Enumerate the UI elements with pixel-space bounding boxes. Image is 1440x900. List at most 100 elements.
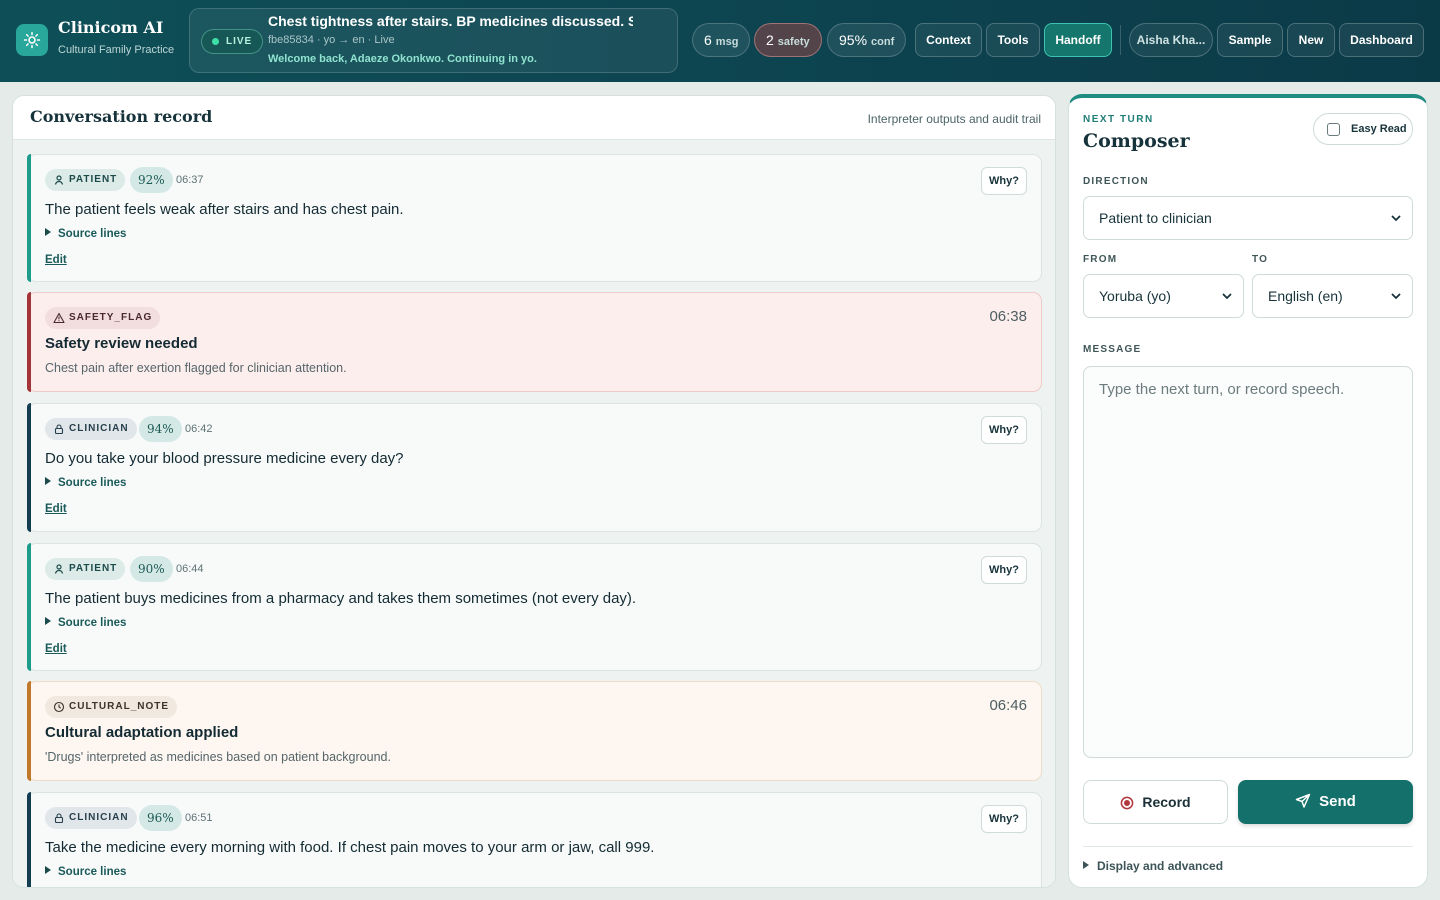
safety-flag-card: SAFETY_FLAG 06:38 Safety review needed C… — [27, 292, 1042, 392]
message-card-patient: PATIENT 90% 06:44 Why? The patient buys … — [27, 543, 1042, 671]
conversation-list[interactable]: PATIENT 92% 06:37 Why? The patient feels… — [13, 140, 1055, 887]
message-time: 06:42 — [185, 423, 213, 435]
message-input[interactable]: Type the next turn, or record speech. — [1083, 366, 1413, 758]
edit-link[interactable]: Edit — [45, 643, 67, 655]
direction-label: DIRECTION — [1083, 176, 1149, 187]
header-divider — [1120, 25, 1121, 55]
stat-value: 6 — [704, 32, 712, 48]
dashboard-button[interactable]: Dashboard — [1339, 23, 1424, 57]
message-placeholder: Type the next turn, or record speech. — [1099, 381, 1345, 398]
app-name: Clinicom AI — [58, 18, 164, 37]
caret-right-icon — [45, 617, 51, 625]
role-label: SAFETY_FLAG — [69, 312, 153, 323]
note-title: Cultural adaptation applied — [45, 724, 239, 741]
source-lines-toggle[interactable]: Source lines — [45, 866, 126, 878]
send-button[interactable]: Send — [1238, 780, 1413, 824]
new-button[interactable]: New — [1287, 23, 1335, 57]
record-label: Record — [1142, 794, 1191, 810]
easy-read-label: Easy Read — [1351, 123, 1407, 135]
edit-link[interactable]: Edit — [45, 254, 67, 266]
chevron-down-icon — [1391, 293, 1401, 299]
role-label: PATIENT — [69, 174, 118, 185]
message-card-patient: PATIENT 92% 06:37 Why? The patient feels… — [27, 154, 1042, 282]
source-lines-label: Source lines — [58, 617, 127, 629]
message-text: The patient buys medicines from a pharma… — [45, 590, 637, 607]
live-status-badge: LIVE — [201, 29, 264, 54]
confidence-badge: 90% — [130, 556, 173, 582]
confidence-badge: 96% — [139, 805, 182, 831]
to-language-select[interactable]: English (en) — [1252, 274, 1413, 318]
edit-link[interactable]: Edit — [45, 503, 67, 515]
message-time: 06:44 — [176, 563, 204, 575]
why-button[interactable]: Why? — [981, 416, 1027, 444]
lock-icon — [54, 424, 64, 435]
user-menu-button[interactable]: Aisha Kha... — [1129, 23, 1213, 57]
to-label: TO — [1252, 254, 1269, 265]
message-card-clinician: CLINICIAN 96% 06:51 Why? Take the medici… — [27, 792, 1042, 887]
message-time: 06:51 — [185, 812, 213, 824]
confidence-badge: 92% — [130, 167, 173, 193]
message-card-clinician: CLINICIAN 94% 06:42 Why? Do you take you… — [27, 403, 1042, 532]
from-label: FROM — [1083, 254, 1118, 265]
record-button[interactable]: Record — [1083, 780, 1228, 824]
send-icon — [1295, 793, 1311, 808]
source-lines-label: Source lines — [58, 228, 127, 240]
role-label: CLINICIAN — [69, 812, 129, 823]
live-status-label: LIVE — [226, 36, 253, 47]
stat-unit: msg — [715, 36, 739, 48]
session-welcome: Welcome back, Adaeze Okonkwo. Continuing… — [268, 53, 537, 65]
why-button[interactable]: Why? — [981, 805, 1027, 833]
person-icon — [54, 564, 64, 574]
sun-icon — [23, 31, 41, 49]
conversation-title: Conversation record — [30, 107, 213, 126]
source-lines-toggle[interactable]: Source lines — [45, 228, 126, 240]
context-button[interactable]: Context — [915, 23, 982, 57]
role-label: CLINICIAN — [69, 423, 129, 434]
cultural-note-card: CULTURAL_NOTE 06:46 Cultural adaptation … — [27, 681, 1042, 781]
role-badge: CLINICIAN — [45, 807, 137, 829]
tools-button[interactable]: Tools — [986, 23, 1040, 57]
message-text: Take the medicine every morning with foo… — [45, 839, 655, 856]
stat-unit: safety — [777, 36, 810, 48]
chevron-down-icon — [1222, 293, 1232, 299]
stat-confidence: 95% conf — [827, 23, 907, 57]
session-title: Chest tightness after stairs. BP medicin… — [268, 13, 633, 29]
session-meta: fbe85834 · yo → en · Live — [268, 34, 395, 46]
caret-right-icon — [45, 228, 51, 236]
confidence-badge: 94% — [139, 416, 182, 442]
stat-messages: 6 msg — [692, 23, 751, 57]
role-badge: CULTURAL_NOTE — [45, 696, 178, 718]
sample-button[interactable]: Sample — [1217, 23, 1283, 57]
conversation-header: Conversation record Interpreter outputs … — [13, 96, 1055, 140]
role-label: PATIENT — [69, 563, 118, 574]
why-button[interactable]: Why? — [981, 556, 1027, 584]
caret-right-icon — [45, 477, 51, 485]
warning-icon — [53, 312, 65, 324]
top-bar: Clinicom AI Cultural Family Practice LIV… — [0, 0, 1440, 82]
record-icon — [1121, 796, 1134, 810]
composer-eyebrow: NEXT TURN — [1083, 114, 1154, 125]
role-badge: SAFETY_FLAG — [45, 307, 161, 329]
easy-read-checkbox[interactable] — [1327, 123, 1340, 136]
source-lines-toggle[interactable]: Source lines — [45, 477, 126, 489]
source-lines-toggle[interactable]: Source lines — [45, 617, 126, 629]
easy-read-toggle[interactable]: Easy Read — [1313, 113, 1413, 145]
chevron-down-icon — [1391, 215, 1401, 221]
direction-select[interactable]: Patient to clinician — [1083, 196, 1413, 240]
source-lines-label: Source lines — [58, 477, 127, 489]
message-time: 06:37 — [176, 174, 204, 186]
app-subtitle: Cultural Family Practice — [58, 44, 175, 56]
direction-value: Patient to clinician — [1099, 210, 1212, 226]
advanced-toggle[interactable]: Display and advanced — [1083, 859, 1223, 873]
stat-unit: conf — [871, 36, 895, 48]
caret-right-icon — [1083, 861, 1089, 869]
role-badge: PATIENT — [45, 558, 126, 580]
composer-panel: NEXT TURN Composer Easy Read DIRECTION P… — [1068, 94, 1428, 888]
why-button[interactable]: Why? — [981, 167, 1027, 195]
from-language-select[interactable]: Yoruba (yo) — [1083, 274, 1244, 318]
role-label: CULTURAL_NOTE — [69, 701, 170, 712]
stat-value: 2 — [766, 32, 774, 48]
session-summary[interactable]: LIVE Chest tightness after stairs. BP me… — [189, 8, 678, 73]
flag-detail: Chest pain after exertion flagged for cl… — [45, 361, 347, 375]
handoff-button[interactable]: Handoff — [1044, 23, 1112, 57]
